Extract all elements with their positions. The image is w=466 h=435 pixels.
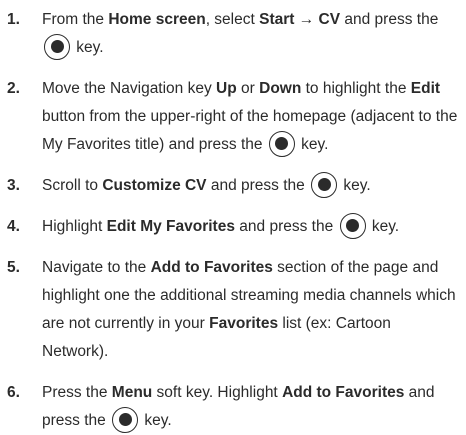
ok-key-icon <box>112 406 139 433</box>
step-item: 4. Highlight Edit My Favorites and press … <box>6 212 460 241</box>
step-bold-term: Up <box>216 80 237 97</box>
step-item: 6. Press the Menu soft key. Highlight Add… <box>6 379 460 435</box>
step-text-run: key. <box>72 39 104 56</box>
step-item: 5. Navigate to the Add to Favorites secti… <box>6 254 460 366</box>
step-item: 2. Move the Navigation key Up or Down to … <box>6 75 460 159</box>
step-text: Highlight Edit My Favorites and press th… <box>42 212 460 241</box>
step-bold-term: Customize CV <box>102 177 207 194</box>
step-number: 4. <box>7 218 20 235</box>
step-bold-term: Favorites <box>209 315 279 332</box>
step-text: From the Home screen, select Start → CV … <box>42 6 460 62</box>
step-text-run: Navigate to the <box>42 259 151 276</box>
step-text-run: to highlight the <box>301 80 411 97</box>
step-list: 1. From the Home screen, select Start → C… <box>6 6 460 435</box>
step-text-run: or <box>236 80 260 97</box>
step-number: 3. <box>7 177 20 194</box>
step-text: Press the Menu soft key. Highlight Add t… <box>42 379 460 435</box>
step-number: 1. <box>7 11 20 28</box>
step-text-run: and press the <box>340 11 439 28</box>
step-text: Navigate to the Add to Favorites section… <box>42 254 460 366</box>
step-text-run: key. <box>367 218 400 235</box>
step-text-run: Press the <box>42 384 112 401</box>
step-bold-term: Start → CV <box>259 11 341 28</box>
ok-key-icon <box>311 171 338 198</box>
step-number: 2. <box>7 80 20 97</box>
step-item: 1. From the Home screen, select Start → C… <box>6 6 460 62</box>
step-text: Move the Navigation key Up or Down to hi… <box>42 75 460 159</box>
step-text-run: and press the <box>234 218 338 235</box>
step-item: 3. Scroll to Customize CV and press the k… <box>6 171 460 200</box>
step-text: Scroll to Customize CV and press the key… <box>42 171 460 200</box>
step-text-run: Scroll to <box>42 177 103 194</box>
step-text-run: , select <box>205 11 260 28</box>
step-bold-term: Home screen <box>108 11 206 28</box>
step-text-run: From the <box>42 11 109 28</box>
step-bold-term: Add to Favorites <box>150 259 273 276</box>
step-text-run: and press the <box>206 177 310 194</box>
step-bold-term: Add to Favorites <box>282 384 405 401</box>
step-text-run: key. <box>296 136 329 153</box>
instructions-page: 1. From the Home screen, select Start → C… <box>0 0 466 433</box>
ok-key-icon <box>268 130 295 157</box>
step-bold-term: Edit My Favorites <box>106 218 235 235</box>
step-text-run: Highlight <box>42 218 107 235</box>
ok-key-icon <box>44 33 70 60</box>
step-bold-term: Down <box>259 80 302 97</box>
step-text-run: key. <box>339 177 371 194</box>
step-number: 5. <box>7 259 20 276</box>
step-text-run: button from the upper-right of the homep… <box>42 108 458 153</box>
step-number: 6. <box>7 384 20 401</box>
step-text-run: key. <box>140 412 172 429</box>
ok-key-icon <box>339 212 366 239</box>
step-text-run: soft key. Highlight <box>152 384 283 401</box>
step-text-run: Move the Navigation key <box>42 80 217 97</box>
step-bold-term: Menu <box>111 384 153 401</box>
step-bold-term: Edit <box>410 80 441 97</box>
